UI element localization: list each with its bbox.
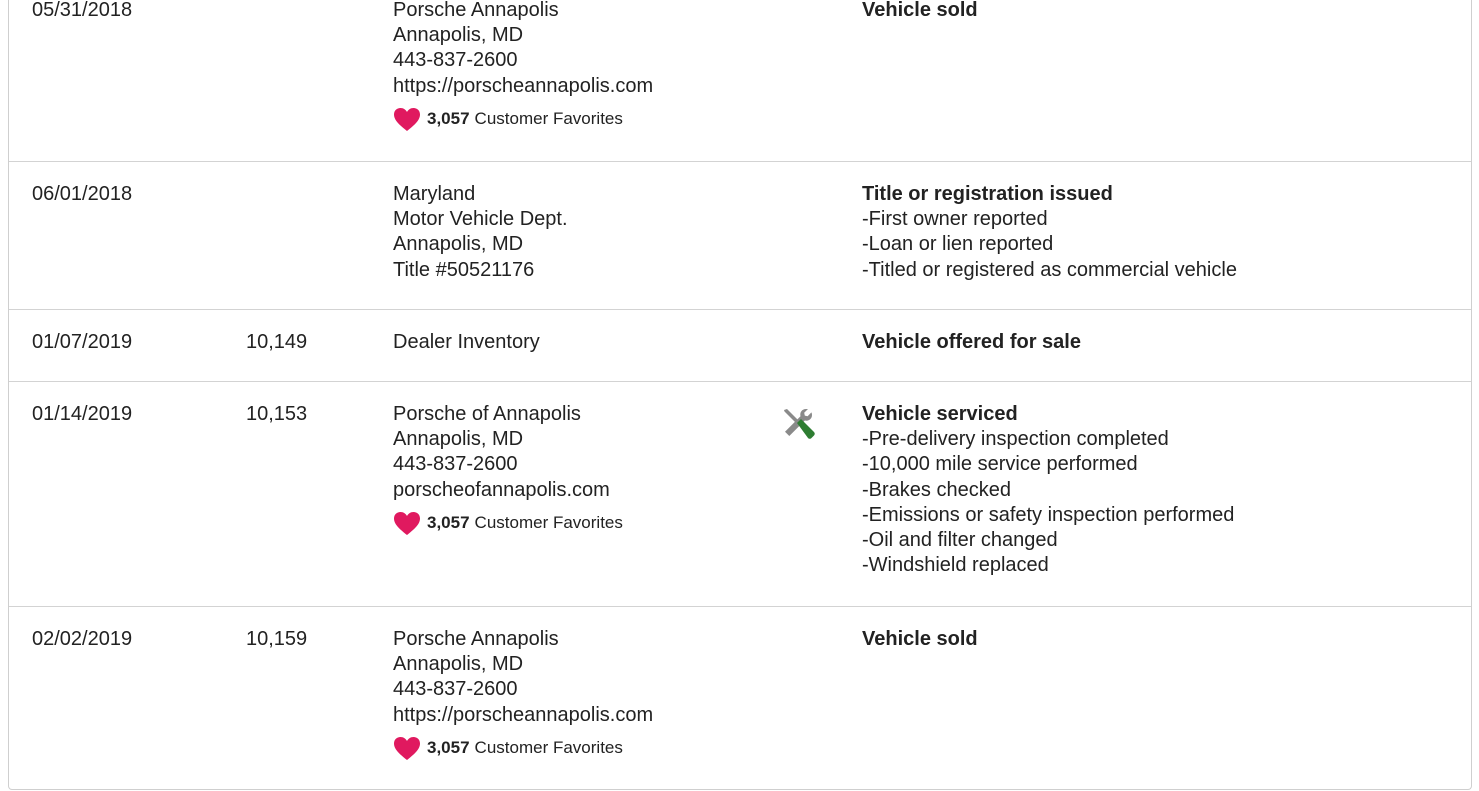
record-source: Porsche Annapolis Annapolis, MD 443-837-… [393,0,653,132]
customer-favorites: 3,057 Customer Favorites [393,511,623,536]
event-detail: -Oil and filter changed [862,529,1058,552]
event-detail: -Loan or lien reported [862,233,1054,256]
favorites-label: Customer Favorites [474,738,623,758]
divider-gap [857,604,863,606]
record-date: 05/31/2018 [32,0,133,21]
record-details: Title or registration issued -First owne… [862,182,1237,283]
record-source: Maryland Motor Vehicle Dept. Annapolis, … [393,182,568,283]
record-date: 02/02/2019 [32,628,133,650]
source-name: Dealer Inventory [393,331,540,353]
source-website-link[interactable]: https://porscheannapolis.com [393,74,653,99]
record-source: Porsche of Annapolis Annapolis, MD 443-8… [393,402,623,536]
source-name: Maryland [393,183,476,205]
source-location: Annapolis, MD [393,24,524,47]
source-name: Porsche of Annapolis [393,403,581,425]
favorites-count: 3,057 [427,109,470,129]
record-date: 06/01/2018 [32,183,133,205]
record-date: 01/07/2019 [32,331,133,353]
heart-icon [394,107,420,131]
source-name: Porsche Annapolis [393,0,559,21]
source-website-link[interactable]: porscheofannapolis.com [393,478,623,503]
history-row: 01/14/2019 10,153 Porsche of Annapolis A… [9,382,1471,607]
source-name: Porsche Annapolis [393,628,559,650]
source-website-link[interactable]: https://porscheannapolis.com [393,703,653,728]
source-location: Annapolis, MD [393,428,524,451]
record-icon [779,406,817,451]
event-title: Title or registration issued [862,183,1113,205]
history-row: 02/02/2019 10,159 Porsche Annapolis Anna… [9,607,1471,790]
record-details: Vehicle sold [862,627,978,652]
event-detail: -First owner reported [862,208,1048,231]
event-title: Vehicle sold [862,0,978,21]
event-title: Vehicle serviced [862,403,1018,425]
source-phone[interactable]: 443-837-2600 [393,452,623,477]
record-mileage: 10,153 [246,403,308,425]
record-date: 01/14/2019 [32,403,133,425]
divider-gap [9,604,241,606]
heart-icon [394,511,420,535]
record-details: Vehicle sold [862,0,978,23]
event-detail: -Titled or registered as commercial vehi… [862,258,1237,281]
record-details: Vehicle offered for sale [862,330,1081,355]
record-details: Vehicle serviced -Pre-delivery inspectio… [862,402,1234,578]
title-number: Title #50521176 [393,258,535,281]
source-location: Annapolis, MD [393,653,524,676]
source-location: Annapolis, MD [393,233,524,256]
event-detail: -Pre-delivery inspection completed [862,428,1169,451]
event-title: Vehicle offered for sale [862,331,1081,353]
source-phone[interactable]: 443-837-2600 [393,677,653,702]
event-detail: -Emissions or safety inspection performe… [862,503,1235,526]
event-detail: -Brakes checked [862,478,1011,501]
record-mileage: 10,149 [246,331,308,353]
record-source: Dealer Inventory [393,330,540,355]
history-row: 06/01/2018 Maryland Motor Vehicle Dept. … [9,162,1471,310]
event-detail: -Windshield replaced [862,554,1049,577]
customer-favorites: 3,057 Customer Favorites [393,736,653,761]
vehicle-history-table: 05/31/2018 Porsche Annapolis Annapolis, … [8,0,1472,790]
source-phone[interactable]: 443-837-2600 [393,48,653,73]
record-source: Porsche Annapolis Annapolis, MD 443-837-… [393,627,653,761]
favorites-label: Customer Favorites [474,513,623,533]
history-row: 01/07/2019 10,149 Dealer Inventory Vehic… [9,310,1471,382]
event-title: Vehicle sold [862,628,978,650]
favorites-label: Customer Favorites [474,109,623,129]
wrench-screwdriver-icon [784,409,815,439]
history-row: 05/31/2018 Porsche Annapolis Annapolis, … [9,0,1471,162]
event-detail: -10,000 mile service performed [862,453,1138,476]
source-department: Motor Vehicle Dept. [393,208,568,231]
record-mileage: 10,159 [246,628,308,650]
customer-favorites: 3,057 Customer Favorites [393,107,653,132]
favorites-count: 3,057 [427,513,470,533]
favorites-count: 3,057 [427,738,470,758]
heart-icon [394,736,420,760]
